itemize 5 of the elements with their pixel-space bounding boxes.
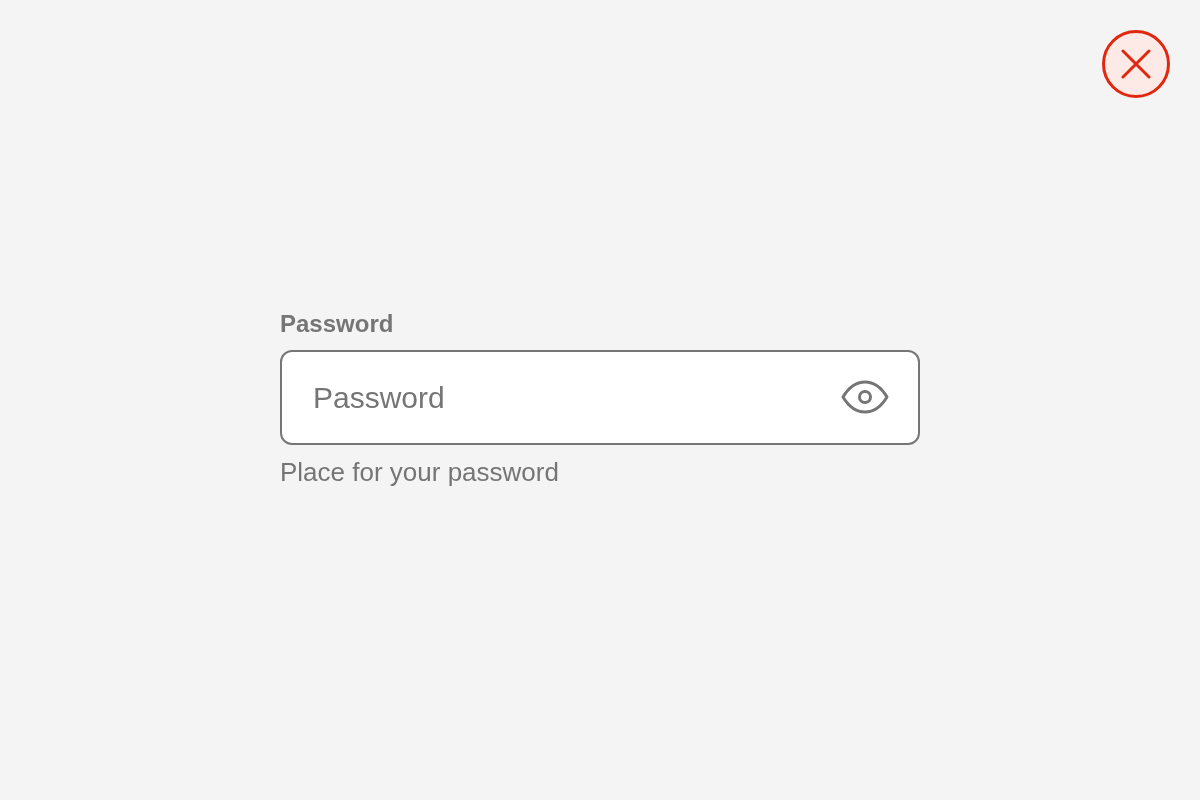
close-icon (1121, 49, 1151, 79)
field-label: Password (280, 310, 394, 338)
password-field[interactable]: Password (280, 350, 920, 445)
eye-icon[interactable] (841, 380, 889, 414)
helper-text: Place for your password (280, 457, 559, 488)
